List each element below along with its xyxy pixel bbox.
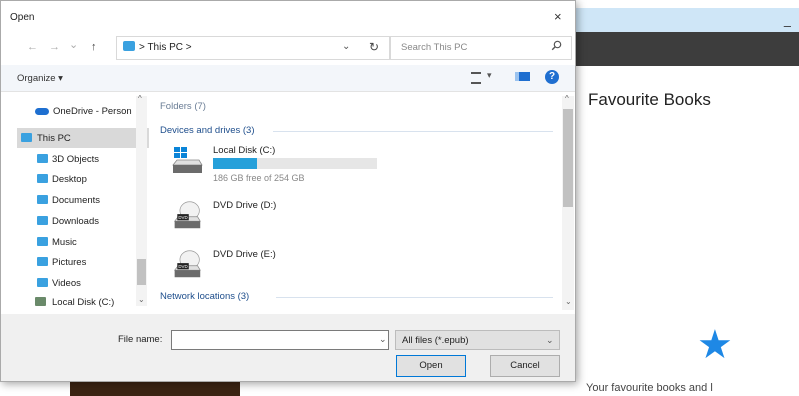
view-dropdown-icon[interactable]: ▾ [487, 70, 492, 81]
chevron-down-icon[interactable]: ⌄ [379, 334, 387, 345]
group-header-folders[interactable]: Folders (7) [160, 101, 206, 112]
star-icon[interactable]: ★ [697, 325, 733, 365]
drive-free-space: 186 GB free of 254 GB [213, 173, 305, 183]
recent-locations-chevron-icon[interactable]: ⌄ [69, 38, 78, 51]
sidebar-item-pictures[interactable]: Pictures [17, 252, 149, 272]
scroll-down-icon[interactable]: ⌄ [565, 297, 572, 306]
sidebar-item-label: Documents [52, 195, 101, 206]
sidebar-item-label: Desktop [52, 174, 87, 185]
file-type-select[interactable]: All files (*.epub) ⌄ [395, 330, 560, 350]
toolbar: Organize ▾ ▾ ? [1, 65, 575, 92]
cloud-icon [35, 108, 49, 115]
scroll-up-icon[interactable]: ^ [565, 94, 569, 103]
open-button[interactable]: Open [396, 355, 466, 377]
sidebar-item-documents[interactable]: Documents [17, 190, 149, 210]
folder-icon [37, 216, 48, 225]
sidebar-item-label: Pictures [52, 257, 87, 268]
change-view-icon[interactable] [471, 72, 481, 84]
sidebar-item-music[interactable]: Music [17, 232, 149, 252]
hard-drive-icon [172, 147, 203, 173]
cancel-button[interactable]: Cancel [490, 355, 560, 377]
sidebar-item-label: This PC [37, 133, 71, 144]
sidebar-item-label: 3D Objects [52, 154, 99, 165]
help-icon[interactable]: ? [545, 70, 559, 84]
page-title: Favourite Books [588, 90, 711, 109]
address-path: > This PC > [139, 42, 192, 53]
sidebar-item-videos[interactable]: Videos [17, 273, 149, 293]
up-arrow-icon[interactable]: ↑ [91, 41, 97, 53]
drive-usage-bar [213, 158, 377, 169]
sidebar-item-label: Videos [52, 278, 81, 289]
scroll-down-icon[interactable]: ⌄ [138, 295, 145, 304]
sidebar-item-label: Downloads [52, 216, 99, 227]
sidebar-item-this-pc[interactable]: This PC [17, 128, 149, 148]
drive-name: Local Disk (C:) [213, 145, 276, 156]
group-header-devices[interactable]: Devices and drives (3) [160, 125, 255, 136]
search-input[interactable]: Search This PC [390, 36, 572, 60]
sidebar-item-3d-objects[interactable]: 3D Objects [17, 149, 149, 169]
drive-icon [35, 297, 46, 306]
dvd-badge: DVD [178, 264, 187, 269]
chevron-down-icon: ⌄ [546, 335, 554, 345]
dvd-drive-icon: DVD [173, 250, 201, 278]
drive-name: DVD Drive (D:) [213, 200, 277, 211]
dialog-title: Open [10, 12, 35, 23]
sidebar-item-label: OneDrive - Person [53, 106, 132, 117]
dialog-footer: File name: ⌄ All files (*.epub) ⌄ Open C… [1, 314, 575, 381]
folder-icon [37, 174, 48, 183]
computer-icon [21, 133, 32, 142]
divider [276, 297, 553, 298]
sidebar-item-label: Music [52, 237, 77, 248]
divider [273, 131, 553, 132]
page-footer-text: Your favourite books and l [586, 382, 713, 394]
dvd-drive-icon: DVD [173, 201, 201, 229]
forward-arrow-icon[interactable]: → [49, 41, 60, 53]
address-bar[interactable]: > This PC > ⌄ [116, 36, 390, 60]
minimize-button[interactable]: – [784, 18, 791, 33]
folder-icon [37, 278, 48, 287]
refresh-icon[interactable]: ↻ [369, 40, 379, 54]
folder-icon [37, 195, 48, 204]
computer-icon [123, 41, 135, 51]
folder-icon [37, 257, 48, 266]
search-placeholder: Search This PC [401, 42, 468, 53]
sidebar-item-label: Local Disk (C:) [52, 297, 115, 308]
search-icon[interactable] [551, 40, 562, 54]
sidebar-item-desktop[interactable]: Desktop [17, 169, 149, 189]
drive-usage-fill [213, 158, 258, 169]
group-header-network[interactable]: Network locations (3) [160, 291, 249, 302]
close-icon[interactable]: × [554, 9, 562, 24]
file-type-value: All files (*.epub) [402, 335, 469, 346]
organize-button[interactable]: Organize ▾ [17, 73, 63, 84]
folder-icon [37, 237, 48, 246]
file-name-label: File name: [118, 334, 163, 345]
navigation-bar: ← → ⌄ ↑ > This PC > ⌄ ↻ Search This PC [1, 36, 575, 60]
content-scrollbar-thumb[interactable] [563, 109, 573, 207]
open-file-dialog: Open × ← → ⌄ ↑ > This PC > ⌄ ↻ Search Th… [0, 0, 576, 382]
content-pane: Folders (7) Devices and drives (3) Local… [151, 93, 561, 311]
back-arrow-icon[interactable]: ← [27, 41, 38, 53]
cube-icon [37, 154, 48, 163]
sidebar-item-local-disk[interactable]: Local Disk (C:) [17, 292, 149, 311]
book-cover-image [70, 380, 240, 396]
preview-pane-icon[interactable] [515, 72, 530, 81]
navigation-pane: OneDrive - Person This PC 3D Objects Des… [17, 93, 149, 311]
scroll-up-icon[interactable]: ^ [138, 94, 142, 103]
dvd-badge: DVD [178, 215, 187, 220]
navigation-scrollbar-thumb[interactable] [137, 259, 146, 285]
chevron-down-icon[interactable]: ⌄ [342, 41, 350, 52]
sidebar-item-downloads[interactable]: Downloads [17, 211, 149, 231]
file-name-field[interactable] [171, 330, 389, 350]
sidebar-item-onedrive[interactable]: OneDrive - Person [17, 101, 149, 121]
drive-name: DVD Drive (E:) [213, 249, 276, 260]
